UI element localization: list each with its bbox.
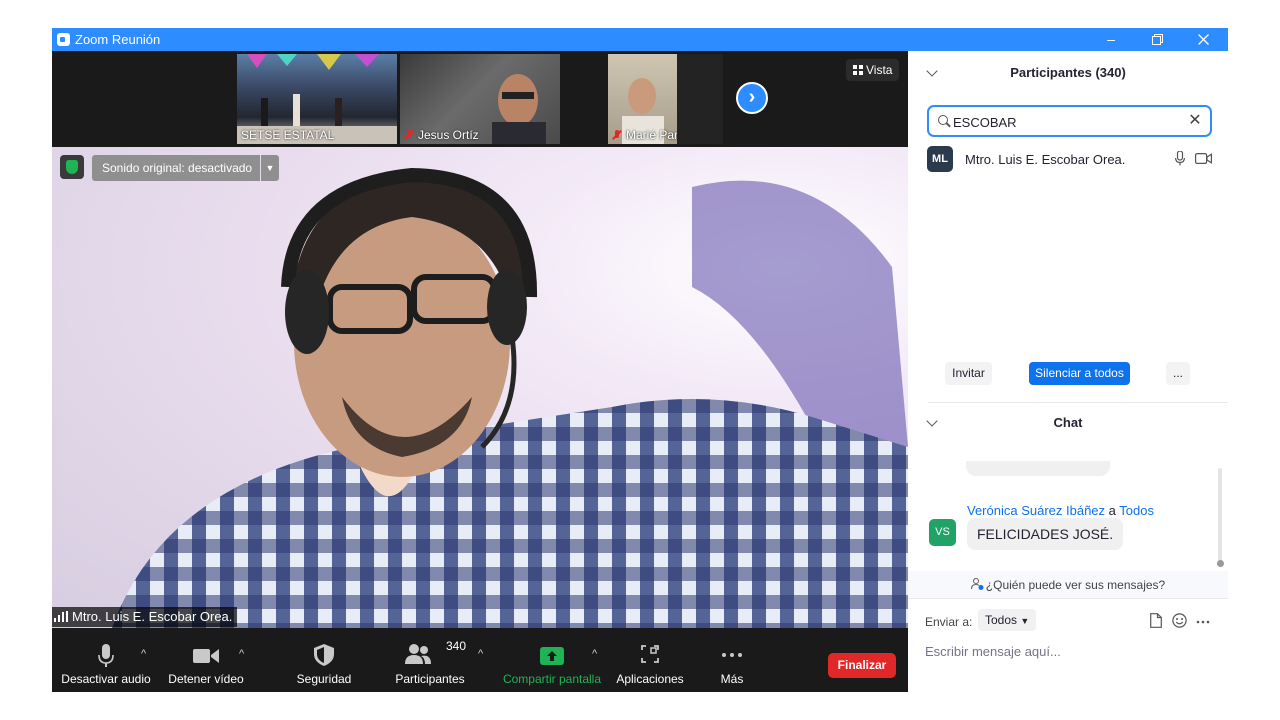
mute-all-button[interactable]: Silenciar a todos — [1029, 362, 1130, 385]
person-eye-icon — [970, 577, 984, 590]
title-bar: Zoom Reunión – — [52, 28, 1228, 51]
participants-button[interactable]: 340 Participantes — [392, 628, 468, 692]
muted-mic-icon — [612, 130, 622, 140]
zoom-icon — [57, 33, 70, 46]
mute-audio-button[interactable]: Desactivar audio — [60, 628, 152, 692]
file-icon[interactable] — [1150, 613, 1162, 628]
participant-thumbnail[interactable]: SETSE ESTATAL — [237, 54, 397, 144]
meeting-toolbar: Desactivar audio ^ Detener vídeo ^ Segur… — [52, 628, 908, 692]
thumbnail-name: Marié Parax — [608, 128, 677, 142]
invite-button[interactable]: Invitar — [945, 362, 992, 385]
chat-panel-header: Chat — [908, 403, 1228, 443]
close-button[interactable] — [1180, 28, 1226, 51]
chat-scrollbar[interactable] — [1217, 468, 1224, 567]
meeting-stage: SETSE ESTATAL Jesus Ortíz Marié Parax › … — [52, 51, 908, 692]
avatar: VS — [929, 519, 956, 546]
avatar: ML — [927, 146, 953, 172]
participant-thumbnail[interactable]: Jesus Ortíz — [400, 54, 560, 144]
sender-connector: a — [1108, 503, 1116, 518]
window-title: Zoom Reunión — [75, 32, 161, 47]
restore-button[interactable] — [1134, 28, 1180, 51]
shield-icon — [314, 644, 334, 666]
muted-mic-icon — [404, 130, 414, 140]
send-to-label: Enviar a: — [925, 615, 973, 629]
stop-video-button[interactable]: Detener vídeo — [168, 628, 244, 692]
share-screen-button[interactable]: Compartir pantalla — [500, 628, 604, 692]
participant-thumbnail[interactable]: Marié Parax — [608, 54, 677, 144]
security-button[interactable]: Seguridad — [290, 628, 358, 692]
participant-name: Mtro. Luis E. Escobar Orea. — [965, 152, 1126, 167]
video-camera-icon — [193, 649, 219, 663]
next-page-button[interactable]: › — [736, 82, 768, 114]
end-meeting-button[interactable]: Finalizar — [828, 653, 896, 678]
thumbnail-placeholder — [677, 54, 723, 144]
participants-more-button[interactable]: ... — [1166, 362, 1190, 385]
participants-panel-header: Participantes (340) — [908, 53, 1228, 93]
apps-button[interactable]: Aplicaciones — [614, 628, 686, 692]
clear-search-icon[interactable]: ✕ — [1186, 111, 1204, 131]
side-panel: Participantes (340) ✕ ML Mtro. Luis E. E… — [908, 51, 1228, 692]
restore-icon — [1151, 34, 1163, 45]
participant-search-input[interactable] — [953, 113, 1183, 131]
thumbnail-strip: SETSE ESTATAL Jesus Ortíz Marié Parax › … — [52, 51, 908, 147]
participant-row[interactable]: ML Mtro. Luis E. Escobar Orea. — [908, 146, 1228, 174]
participants-icon — [405, 644, 431, 664]
chat-message-bubble: FELICIDADES JOSÉ. — [967, 518, 1124, 550]
collapse-chat-icon[interactable] — [926, 415, 938, 427]
speaker-name-tag: Mtro. Luis E. Escobar Orea. — [52, 607, 238, 627]
previous-message-bubble — [966, 461, 1110, 476]
share-screen-icon — [540, 647, 564, 665]
chat-message-sender: Verónica Suárez Ibáñez a Todos — [967, 503, 1154, 518]
signal-strength-icon — [54, 611, 68, 622]
grid-icon — [853, 65, 863, 75]
encryption-shield-icon[interactable] — [60, 155, 84, 179]
thumbnail-name: SETSE ESTATAL — [241, 128, 335, 142]
minimize-button[interactable]: – — [1088, 28, 1134, 51]
who-can-see-link[interactable]: ¿Quién puede ver sus mensajes? — [908, 571, 1228, 599]
sender-name[interactable]: Verónica Suárez Ibáñez — [967, 503, 1105, 518]
video-options-caret[interactable]: ^ — [239, 648, 244, 660]
participants-options-caret[interactable]: ^ — [478, 648, 483, 660]
microphone-icon — [98, 644, 114, 667]
audio-options-caret[interactable]: ^ — [141, 648, 146, 660]
more-button[interactable]: Más — [708, 628, 756, 692]
more-icon — [722, 653, 742, 657]
thumbnail-name: Jesus Ortíz — [400, 128, 483, 142]
collapse-participants-icon[interactable] — [926, 65, 938, 77]
share-options-caret[interactable]: ^ — [592, 648, 597, 660]
send-to-dropdown[interactable]: Todos ▼ — [978, 609, 1037, 631]
search-icon — [938, 115, 948, 125]
apps-icon — [641, 645, 659, 663]
close-icon — [1197, 34, 1209, 45]
original-sound-dropdown[interactable]: ▼ — [261, 155, 279, 181]
zoom-window: Zoom Reunión – SETSE ESTATAL Jesus Ortíz… — [52, 28, 1228, 692]
view-button[interactable]: Vista — [846, 59, 900, 81]
chevron-right-icon: › — [748, 86, 756, 108]
speaker-figure — [112, 167, 908, 628]
chat-message-input[interactable] — [925, 639, 1215, 663]
chevron-down-icon: ▼ — [1020, 616, 1030, 626]
video-camera-icon[interactable] — [1195, 153, 1212, 164]
recipient-name[interactable]: Todos — [1119, 503, 1154, 518]
original-sound-button[interactable]: Sonido original: desactivado — [92, 155, 260, 181]
chevron-down-icon: ▼ — [265, 163, 275, 173]
chat-more-icon[interactable] — [1196, 620, 1210, 624]
active-speaker-video: Sonido original: desactivado ▼ Mtro. Lui… — [52, 147, 908, 628]
participant-search-box: ✕ — [927, 105, 1212, 137]
emoji-icon[interactable] — [1172, 613, 1187, 628]
microphone-icon[interactable] — [1175, 151, 1185, 166]
participants-count: 340 — [446, 639, 467, 653]
